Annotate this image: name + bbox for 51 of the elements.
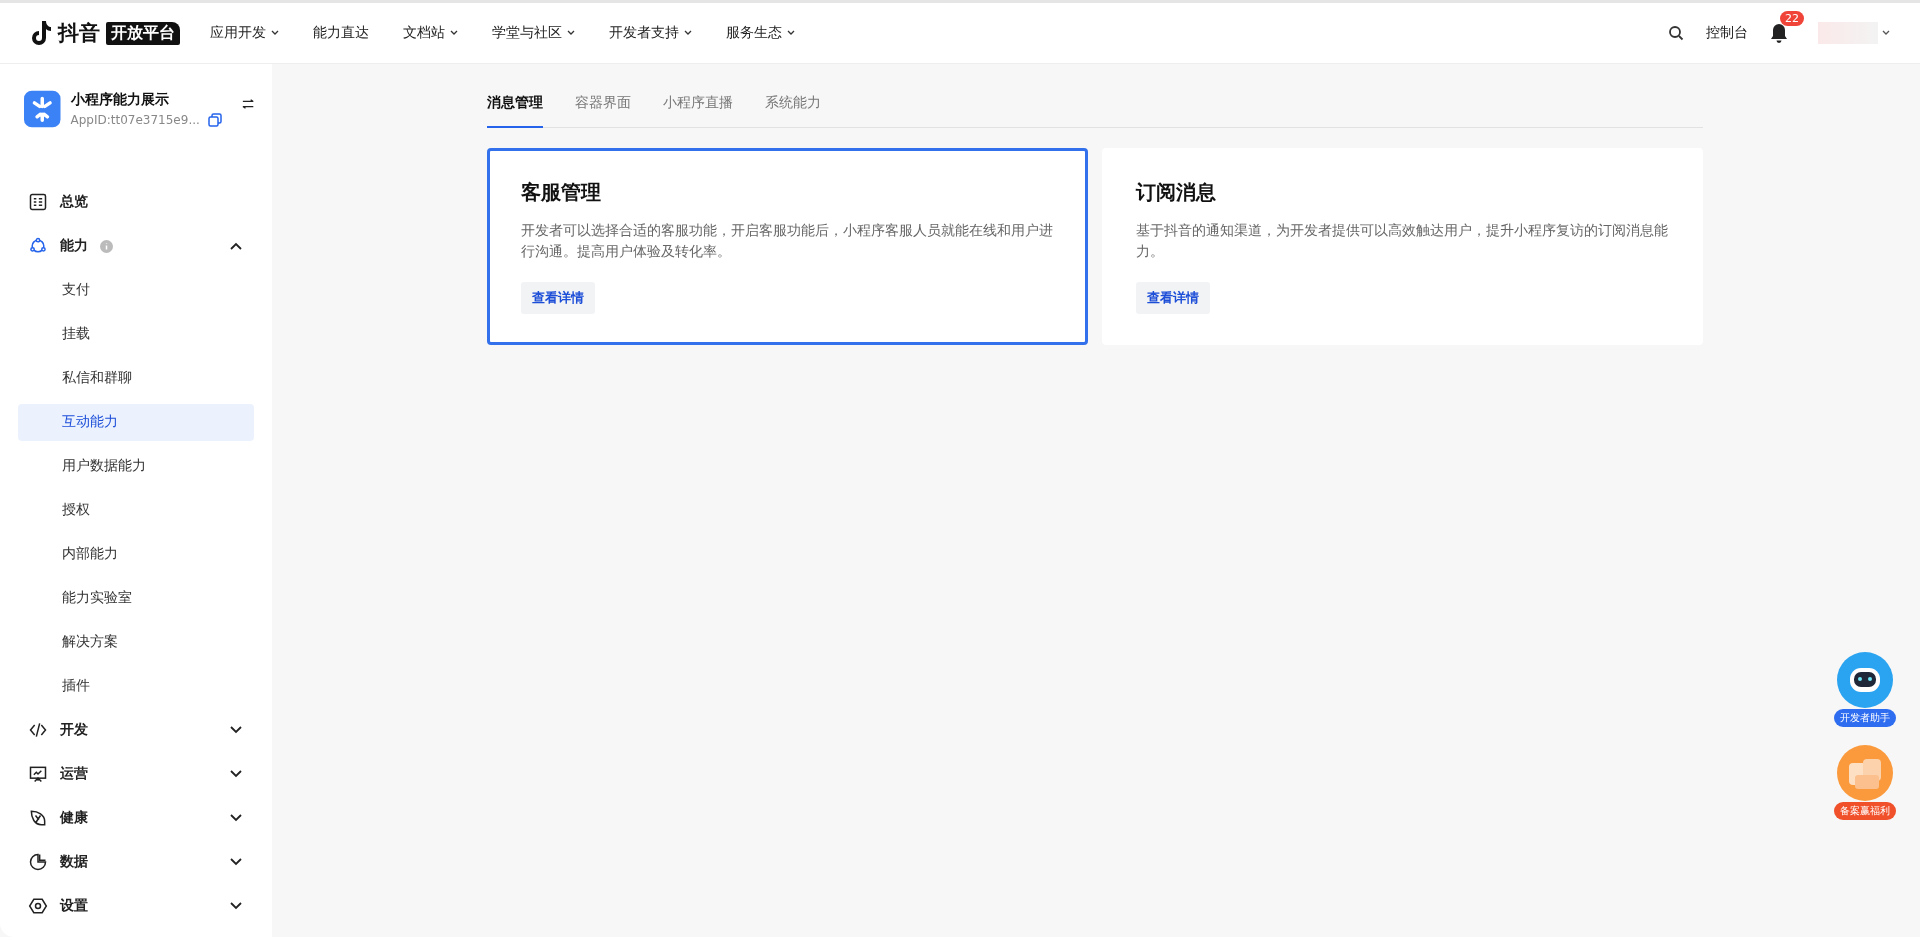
sidebar-subitem[interactable]: 解决方案 <box>18 623 254 661</box>
brand-tag: 开放平台 <box>106 21 180 45</box>
top-nav-link[interactable]: 开发者支持 <box>609 24 692 42</box>
notification-count: 22 <box>1780 11 1804 26</box>
bell-icon[interactable] <box>1770 23 1788 43</box>
sidebar-item[interactable]: 运营 <box>18 752 254 796</box>
view-details-button[interactable]: 查看详情 <box>521 282 595 314</box>
top-nav-link[interactable]: 能力直达 <box>313 24 369 42</box>
console-link[interactable]: 控制台 <box>1706 24 1748 42</box>
sidebar-item[interactable]: 开发 <box>18 708 254 752</box>
tab[interactable]: 小程序直播 <box>663 84 733 128</box>
card-title: 订阅消息 <box>1136 179 1216 206</box>
sidebar-subitem[interactable]: 互动能力 <box>18 403 254 441</box>
sidebar-item[interactable]: 设置 <box>18 884 254 928</box>
floating-button-label[interactable]: 备案赢福利 <box>1834 802 1896 820</box>
view-details-button[interactable]: 查看详情 <box>1136 282 1210 314</box>
top-nav-link[interactable]: 文档站 <box>403 24 458 42</box>
top-nav-link[interactable]: 应用开发 <box>210 24 279 42</box>
copy-icon[interactable] <box>207 113 222 127</box>
sidebar-subitem[interactable]: 插件 <box>18 667 254 705</box>
sidebar-item[interactable]: 数据 <box>18 840 254 884</box>
card-title: 客服管理 <box>521 179 601 206</box>
tab[interactable]: 系统能力 <box>765 84 821 128</box>
brand-name: 抖音 <box>58 20 100 47</box>
sidebar-item[interactable]: 健康 <box>18 796 254 840</box>
sidebar-subitem[interactable]: 内部能力 <box>18 535 254 573</box>
floating-button-label[interactable]: 开发者助手 <box>1834 709 1896 727</box>
app-id: AppID:tt07e3715e9... <box>70 113 200 127</box>
switch-arrows-icon[interactable] <box>241 98 254 110</box>
app-name: 小程序能力展示 <box>70 91 170 109</box>
sidebar-item[interactable]: 总览 <box>18 180 254 224</box>
tab[interactable]: 消息管理 <box>487 84 543 128</box>
sidebar-subitem[interactable]: 私信和群聊 <box>18 359 254 397</box>
feature-card[interactable]: 客服管理 开发者可以选择合适的客服功能，开启客服功能后，小程序客服人员就能在线和用户进行沟通。提高用户体验及转化率。 查看详情 <box>487 148 1088 345</box>
sidebar-subitem[interactable]: 授权 <box>18 491 254 529</box>
sidebar-item[interactable]: 能力 <box>18 224 254 268</box>
search-icon[interactable] <box>1668 25 1684 41</box>
app-logo-icon <box>24 88 61 130</box>
top-nav-link[interactable]: 服务生态 <box>726 24 795 42</box>
top-nav-link[interactable]: 学堂与社区 <box>492 24 575 42</box>
tab[interactable]: 容器界面 <box>575 84 631 128</box>
sidebar-subitem[interactable]: 挂载 <box>18 315 254 353</box>
music-note-icon <box>30 20 52 46</box>
card-description: 开发者可以选择合适的客服功能，开启客服功能后，小程序客服人员就能在线和用户进行沟通。提高用户体验及转化率。 <box>521 221 1054 261</box>
feature-card[interactable]: 订阅消息 基于抖音的通知渠道，为开发者提供可以高效触达用户，提升小程序复访的订阅消息能力。 查看详情 <box>1102 148 1703 345</box>
sidebar-subitem[interactable]: 支付 <box>18 271 254 309</box>
sidebar-subitem[interactable]: 能力实验室 <box>18 579 254 617</box>
card-description: 基于抖音的通知渠道，为开发者提供可以高效触达用户，提升小程序复访的订阅消息能力。 <box>1136 221 1669 261</box>
chevron-down-icon[interactable] <box>1882 30 1890 36</box>
sidebar-subitem[interactable]: 用户数据能力 <box>18 447 254 485</box>
robot-icon[interactable] <box>1837 652 1893 708</box>
